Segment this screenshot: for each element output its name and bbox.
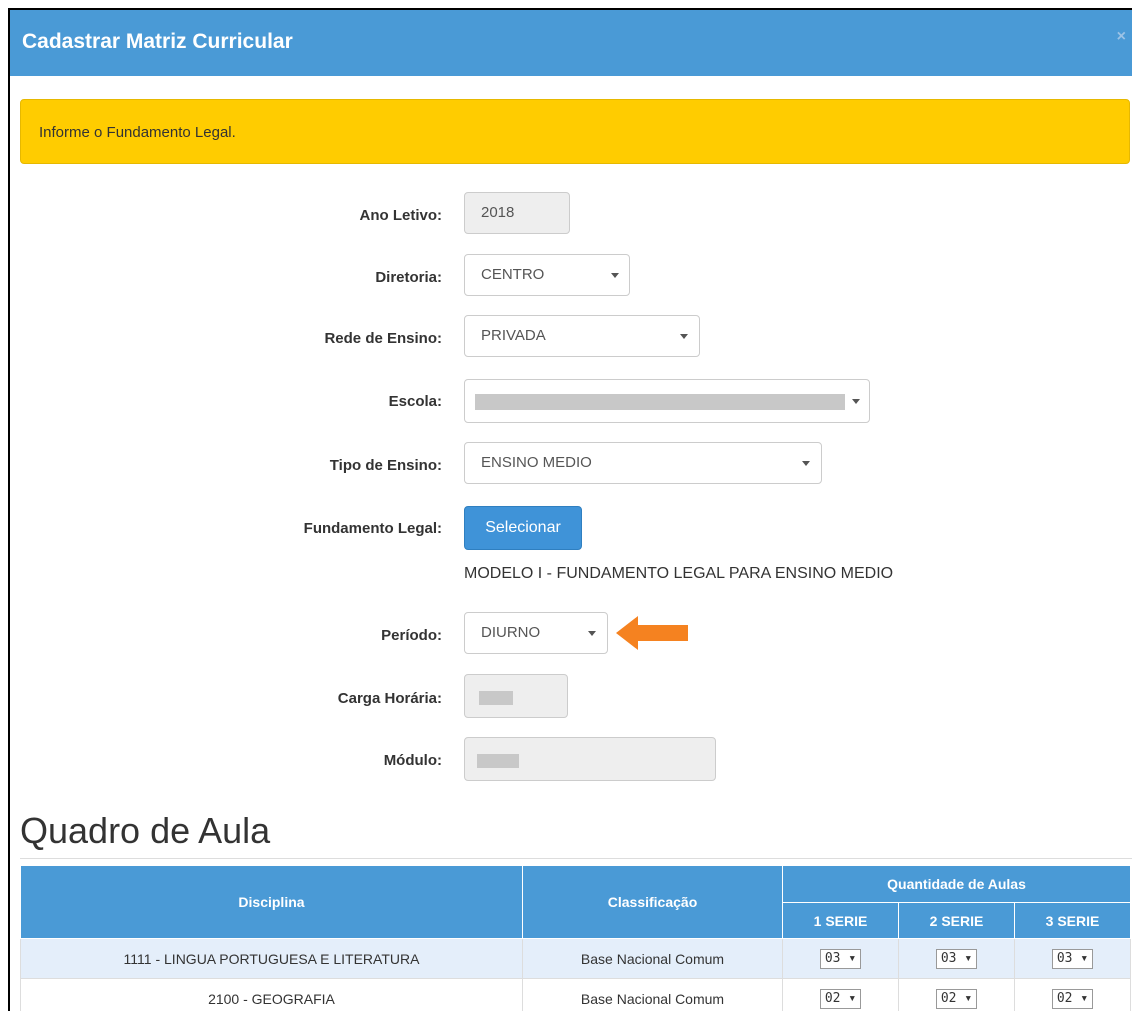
- periodo-value: DIURNO: [481, 624, 541, 641]
- alert-message: Informe o Fundamento Legal.: [39, 124, 236, 141]
- divider: [20, 858, 1132, 859]
- matriz-modal: Cadastrar Matriz Curricular × Informe o …: [8, 8, 1132, 1011]
- chevron-down-icon: [611, 273, 619, 278]
- ano-letivo-value: 2018: [481, 204, 515, 221]
- aulas-select[interactable]: 03 ▾: [819, 948, 862, 969]
- diretoria-value: CENTRO: [481, 266, 545, 283]
- chevron-down-icon: [852, 399, 860, 404]
- fundamento-legal-label: Fundamento Legal:: [303, 520, 442, 537]
- tipo-ensino-label: Tipo de Ensino:: [329, 457, 442, 474]
- selecionar-button[interactable]: Selecionar: [464, 506, 582, 550]
- aulas-select[interactable]: 02 ▾: [935, 988, 978, 1009]
- diretoria-select[interactable]: CENTRO: [464, 254, 630, 296]
- carga-horaria-field: [464, 674, 568, 718]
- diretoria-label: Diretoria:: [375, 269, 442, 286]
- modulo-label: Módulo:: [383, 752, 442, 769]
- tipo-ensino-value: ENSINO MEDIO: [481, 454, 592, 471]
- aulas-select[interactable]: 03 ▾: [1051, 948, 1094, 969]
- tipo-ensino-select[interactable]: ENSINO MEDIO: [464, 442, 822, 484]
- redacted-value: [477, 754, 519, 768]
- table-row: 2100 - GEOGRAFIA Base Nacional Comum 02 …: [20, 978, 1131, 1011]
- col-serie-2: 2 SERIE: [898, 902, 1015, 939]
- arrow-left-icon: [616, 616, 688, 650]
- cell-disciplina: 2100 - GEOGRAFIA: [20, 978, 523, 1011]
- fundamento-legal-text: MODELO I - FUNDAMENTO LEGAL PARA ENSINO …: [464, 565, 894, 582]
- cell-classificacao: Base Nacional Comum: [522, 938, 783, 979]
- col-quantidade: Quantidade de Aulas: [782, 865, 1131, 903]
- col-serie-3: 3 SERIE: [1014, 902, 1131, 939]
- modulo-field: [464, 737, 716, 781]
- col-disciplina: Disciplina: [20, 865, 523, 939]
- rede-ensino-label: Rede de Ensino:: [324, 330, 442, 347]
- escola-select[interactable]: [464, 379, 870, 423]
- warning-alert: Informe o Fundamento Legal.: [20, 99, 1130, 164]
- carga-horaria-label: Carga Horária:: [337, 690, 442, 707]
- redacted-value: [479, 691, 513, 705]
- close-icon[interactable]: ×: [1117, 28, 1126, 46]
- rede-ensino-value: PRIVADA: [481, 327, 546, 344]
- ano-letivo-field: 2018: [464, 192, 570, 234]
- cell-disciplina: 1111 - LINGUA PORTUGUESA E LITERATURA: [20, 938, 523, 979]
- col-serie-1: 1 SERIE: [782, 902, 899, 939]
- periodo-select[interactable]: DIURNO: [464, 612, 608, 654]
- ano-letivo-label: Ano Letivo:: [359, 207, 443, 224]
- quadro-title: Quadro de Aula: [20, 810, 271, 851]
- chevron-down-icon: [680, 334, 688, 339]
- chevron-down-icon: [802, 461, 810, 466]
- cell-classificacao: Base Nacional Comum: [522, 978, 783, 1011]
- escola-label: Escola:: [388, 393, 442, 410]
- aulas-select[interactable]: 03 ▾: [935, 948, 978, 969]
- col-classificacao: Classificação: [522, 865, 783, 939]
- modal-title: Cadastrar Matriz Curricular: [22, 30, 293, 53]
- chevron-down-icon: [588, 631, 596, 636]
- quadro-table: Disciplina Classificação Quantidade de A…: [20, 865, 1131, 1011]
- table-row: 1111 - LINGUA PORTUGUESA E LITERATURA Ba…: [20, 938, 1131, 979]
- modal-header: Cadastrar Matriz Curricular ×: [10, 10, 1132, 76]
- rede-ensino-select[interactable]: PRIVADA: [464, 315, 700, 357]
- periodo-label: Período:: [381, 627, 442, 644]
- aulas-select[interactable]: 02 ▾: [819, 988, 862, 1009]
- aulas-select[interactable]: 02 ▾: [1051, 988, 1094, 1009]
- redacted-school-name: [475, 394, 845, 410]
